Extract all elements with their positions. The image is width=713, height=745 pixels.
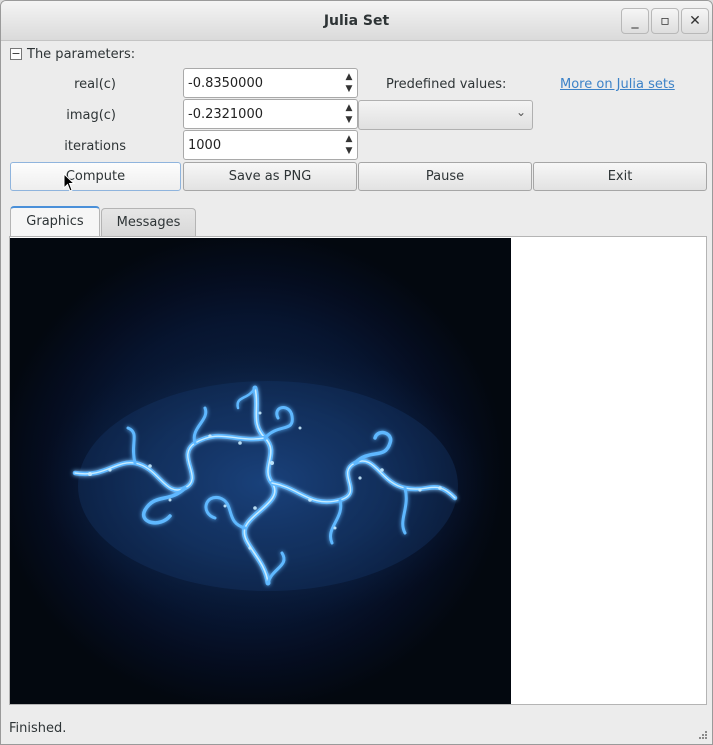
real-c-spinner[interactable]: -0.8350000 ▲ ▼ [183, 68, 358, 98]
graphics-panel [9, 236, 707, 705]
tab-graphics[interactable]: Graphics [10, 206, 100, 236]
status-bar: Finished. [1, 714, 712, 744]
real-c-label: real(c) [74, 77, 116, 92]
title-bar[interactable]: Julia Set _ ▫ ✕ [1, 1, 712, 41]
close-button[interactable]: ✕ [681, 8, 709, 34]
chevron-down-icon: ⌄ [515, 105, 526, 119]
iterations-label: iterations [64, 139, 126, 154]
exit-button[interactable]: Exit [533, 162, 707, 191]
iterations-spinner[interactable]: 1000 ▲ ▼ [183, 130, 358, 160]
spin-up-icon[interactable]: ▲ [343, 133, 355, 145]
spin-up-icon[interactable]: ▲ [343, 71, 355, 83]
close-icon: ✕ [689, 13, 701, 29]
compute-button[interactable]: Compute [10, 162, 181, 191]
window-title: Julia Set [323, 13, 390, 29]
julia-window: Julia Set _ ▫ ✕ − The parameters: real(c… [0, 0, 713, 745]
pause-button[interactable]: Pause [358, 162, 532, 191]
collapse-icon: − [11, 47, 21, 60]
minimize-button[interactable]: _ [621, 8, 649, 34]
julia-fractal-image [40, 343, 490, 623]
parameters-header: The parameters: [27, 47, 136, 62]
iterations-value[interactable]: 1000 [188, 138, 221, 153]
predefined-values-select[interactable]: ⌄ [358, 100, 533, 130]
resize-grip-icon[interactable] [696, 728, 708, 740]
maximize-button[interactable]: ▫ [651, 8, 679, 34]
spin-down-icon[interactable]: ▼ [343, 83, 355, 95]
tab-messages[interactable]: Messages [101, 208, 196, 236]
real-c-value[interactable]: -0.8350000 [188, 76, 263, 91]
real-c-arrows[interactable]: ▲ ▼ [343, 71, 355, 95]
spin-up-icon[interactable]: ▲ [343, 102, 355, 114]
imag-c-arrows[interactable]: ▲ ▼ [343, 102, 355, 126]
predefined-values-label: Predefined values: [386, 77, 507, 92]
imag-c-spinner[interactable]: -0.2321000 ▲ ▼ [183, 99, 358, 129]
iterations-arrows[interactable]: ▲ ▼ [343, 133, 355, 157]
imag-c-label: imag(c) [66, 108, 116, 123]
spin-down-icon[interactable]: ▼ [343, 114, 355, 126]
mouse-cursor-icon [63, 173, 75, 192]
imag-c-value[interactable]: -0.2321000 [188, 107, 263, 122]
more-on-julia-sets-link[interactable]: More on Julia sets [560, 77, 675, 92]
spin-down-icon[interactable]: ▼ [343, 145, 355, 157]
status-text: Finished. [9, 721, 67, 736]
maximize-icon: ▫ [660, 13, 670, 29]
julia-canvas [10, 238, 511, 704]
parameters-toggle[interactable]: − [10, 48, 22, 60]
minimize-icon: _ [631, 13, 639, 29]
save-as-png-button[interactable]: Save as PNG [183, 162, 357, 191]
